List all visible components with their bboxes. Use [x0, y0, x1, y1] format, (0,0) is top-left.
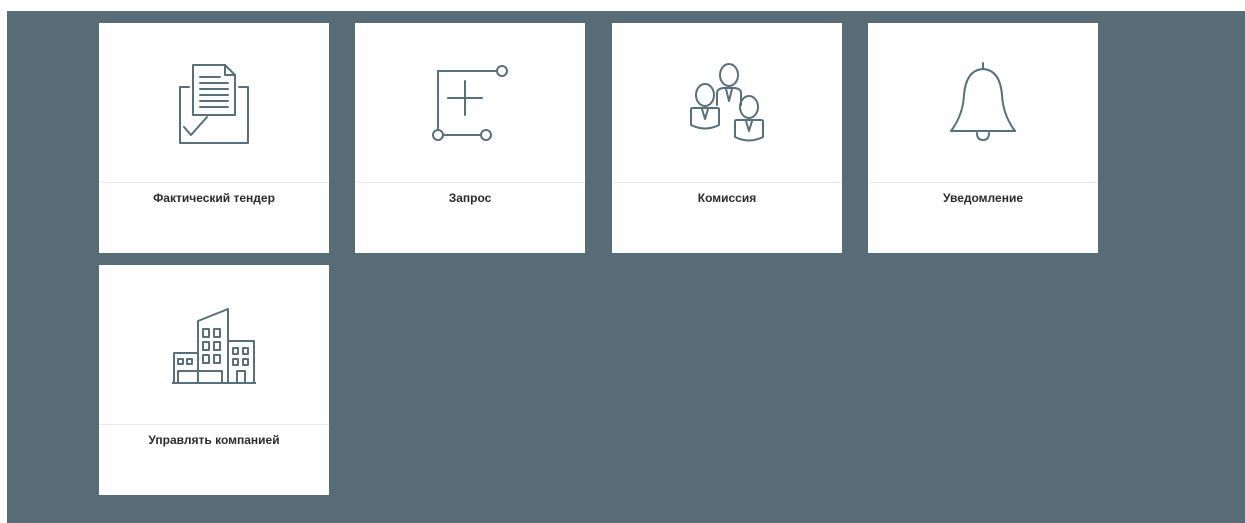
commission-people-icon: [677, 53, 777, 153]
tile-request[interactable]: Запрос: [355, 23, 585, 253]
tile-manage-company[interactable]: Управлять компанией: [99, 265, 329, 495]
tile-icon-area: [99, 265, 329, 424]
tile-label: Комиссия: [697, 191, 757, 205]
tile-icon-area: [355, 23, 585, 182]
company-buildings-icon: [164, 295, 264, 395]
tile-icon-area: [99, 23, 329, 182]
tile-divider: [868, 182, 1098, 183]
tile-divider: [612, 182, 842, 183]
tile-notification[interactable]: Уведомление: [868, 23, 1098, 253]
tile-label: Запрос: [448, 191, 492, 205]
dashboard-panel: Фактический тендер Запрос Комиссия Уведо…: [7, 11, 1245, 523]
tender-document-icon: [169, 53, 259, 153]
tile-divider: [355, 182, 585, 183]
tile-divider: [99, 424, 329, 425]
tile-icon-area: [868, 23, 1098, 182]
tile-commission[interactable]: Комиссия: [612, 23, 842, 253]
tile-actual-tender[interactable]: Фактический тендер: [99, 23, 329, 253]
tile-label: Управлять компанией: [148, 433, 280, 447]
tile-divider: [99, 182, 329, 183]
request-flow-icon: [425, 53, 515, 153]
tile-icon-area: [612, 23, 842, 182]
tile-label: Фактический тендер: [153, 191, 275, 205]
tile-label: Уведомление: [942, 191, 1023, 205]
bell-icon: [938, 53, 1028, 153]
